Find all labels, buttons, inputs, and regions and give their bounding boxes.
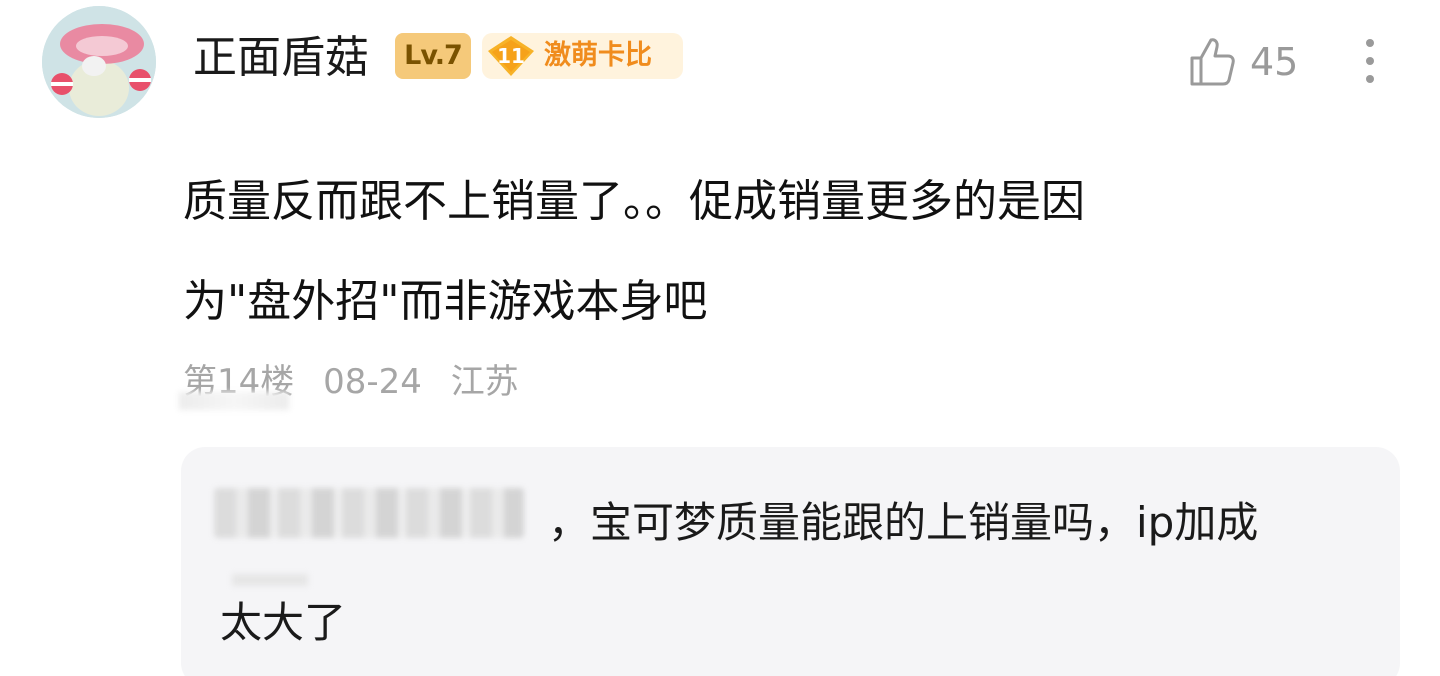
username[interactable]: 正面盾菇 bbox=[193, 30, 369, 86]
more-options-button[interactable] bbox=[1353, 34, 1387, 90]
blurred-overlay bbox=[179, 392, 289, 410]
more-vertical-icon bbox=[1366, 39, 1374, 83]
avatar-image bbox=[42, 6, 156, 118]
reply-separator: ， bbox=[548, 498, 591, 547]
comment-date: 08-24 bbox=[323, 362, 422, 402]
reply-text-line: 宝可梦质量能跟的上销量吗，ip加成 bbox=[590, 498, 1259, 547]
reply-text-line: 太大了 bbox=[220, 598, 347, 647]
fan-badge-label: 激萌卡比 bbox=[544, 40, 652, 71]
thumbs-up-icon bbox=[1186, 34, 1242, 90]
fan-badge-level: 11 bbox=[497, 44, 525, 68]
fan-badge[interactable]: 11 激萌卡比 bbox=[482, 33, 683, 79]
level-badge: Lv.7 bbox=[395, 33, 471, 79]
avatar[interactable] bbox=[42, 6, 156, 118]
comment-meta: 第14楼 08-24 江苏 bbox=[179, 356, 537, 410]
comment-location: 江苏 bbox=[450, 362, 519, 402]
comment-body-line: 为"盘外招"而非游戏本身吧 bbox=[183, 276, 708, 327]
comment-body-line: 质量反而跟不上销量了。。促成销量更多的是因 bbox=[183, 176, 1085, 227]
like-count: 45 bbox=[1250, 40, 1299, 84]
reply-text[interactable]: ，宝可梦质量能跟的上销量吗，ip加成 太大了 bbox=[220, 470, 1370, 676]
comment-body: 质量反而跟不上销量了。。促成销量更多的是因 为"盘外招"而非游戏本身吧 bbox=[183, 152, 1363, 352]
like-button[interactable]: 45 bbox=[1186, 34, 1306, 90]
